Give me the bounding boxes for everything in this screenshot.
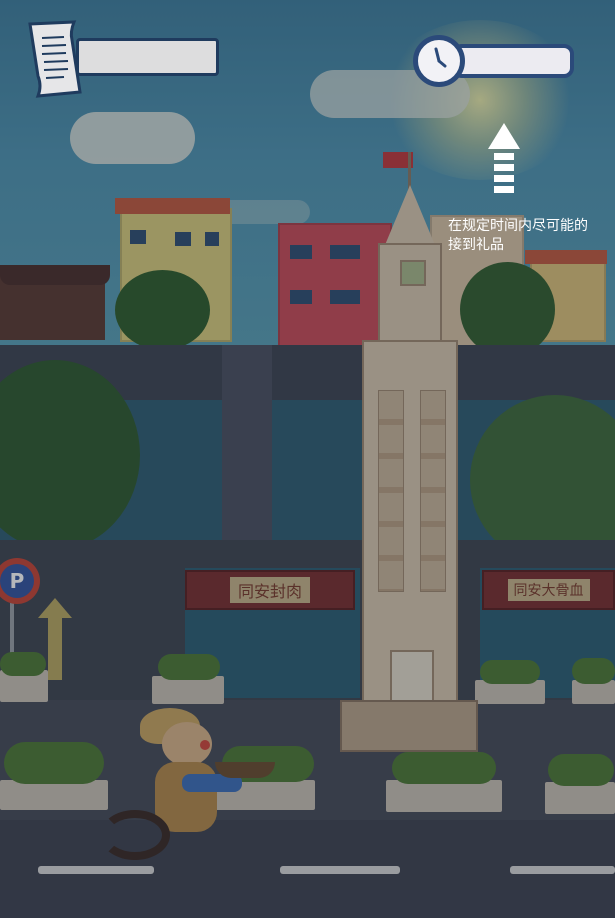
hint-text: 在规定时间内尽可能的接到礼品: [448, 218, 588, 253]
dim-overlay: [0, 0, 615, 918]
scroll-icon: [24, 20, 86, 98]
timer-bar: [452, 44, 574, 78]
game-scene[interactable]: 同安封肉 同安大骨血 P 在规定时间内尽可能的接到礼品: [0, 0, 615, 918]
score-bar: [76, 38, 219, 76]
up-arrow-icon: [488, 123, 520, 203]
clock-icon: [413, 35, 465, 87]
